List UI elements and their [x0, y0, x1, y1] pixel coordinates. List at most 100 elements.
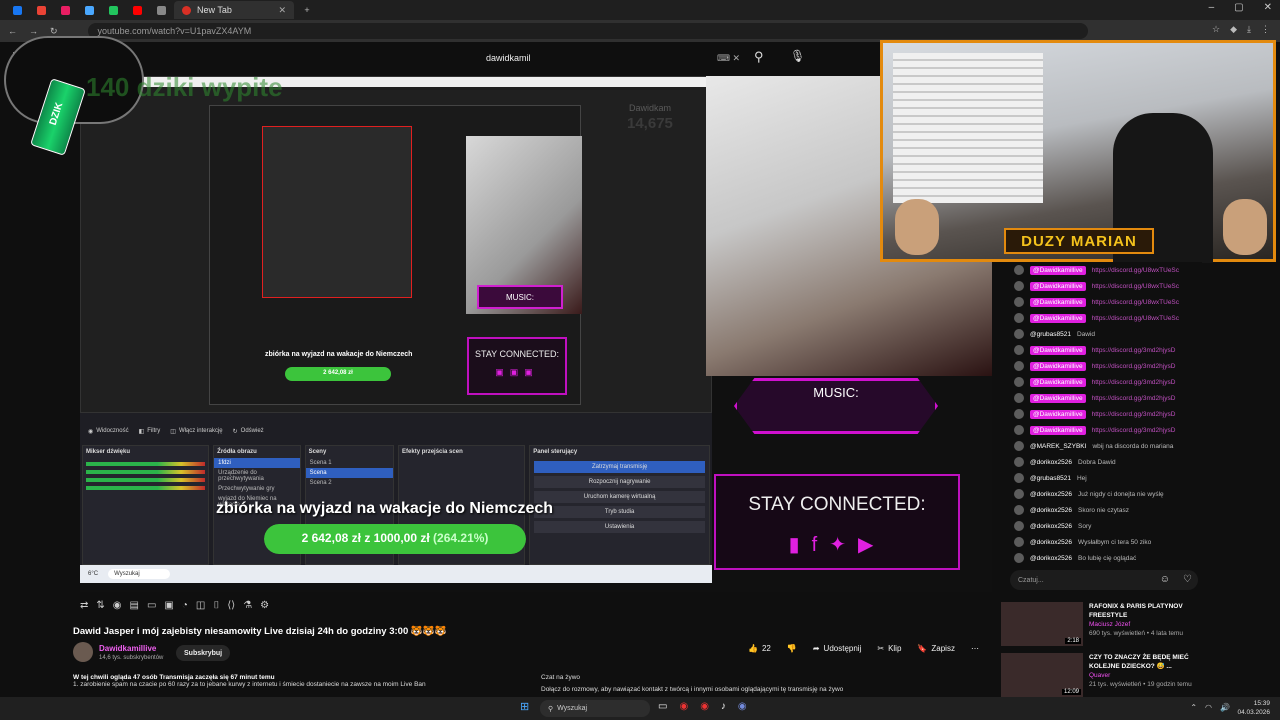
chat-author[interactable]: @Dawidkamillive — [1030, 297, 1086, 307]
stats-icon[interactable]: ◫ — [196, 600, 205, 611]
keyboard-icon[interactable]: ⌨ ✕ — [717, 53, 740, 64]
chat-avatar[interactable] — [1014, 329, 1024, 339]
chat-avatar[interactable] — [1014, 489, 1024, 499]
chat-text[interactable]: https://discord.gg/3md2hjysD — [1092, 395, 1176, 402]
mic-icon[interactable]: 🎙 — [790, 49, 805, 63]
forward-icon[interactable]: → — [29, 26, 38, 36]
dislike-button[interactable]: 👎 — [787, 644, 797, 653]
sort-icon[interactable]: ⇅ — [96, 600, 104, 611]
subscribe-button[interactable]: Subskrybuj — [176, 645, 231, 661]
volume-icon[interactable]: 🔊 — [1220, 703, 1230, 712]
extension-icon[interactable]: ◆ — [1230, 24, 1237, 35]
network-icon[interactable]: ◠ — [1205, 703, 1212, 712]
download-icon[interactable]: ⤓ — [1247, 24, 1251, 35]
chat-avatar[interactable] — [1014, 537, 1024, 547]
chat-author[interactable]: @MAREK_SZYBKI — [1030, 443, 1086, 450]
close-icon[interactable]: ✕ — [278, 5, 286, 16]
task-view-icon[interactable]: ▭ — [658, 701, 667, 712]
share-button[interactable]: ➦ Udostępnij — [813, 644, 862, 653]
chat-author[interactable]: @dorikox2526 — [1030, 459, 1072, 466]
chat-avatar[interactable] — [1014, 425, 1024, 435]
tab-kick[interactable] — [102, 1, 124, 19]
settings-icon[interactable]: ⚙ — [260, 600, 269, 611]
taskbar-search[interactable]: ⚲ Wyszukaj — [540, 700, 650, 717]
chat-text[interactable]: https://discord.gg/3md2hjysD — [1092, 427, 1176, 434]
chat-text[interactable]: https://discord.gg/U8wxTUeSc — [1092, 315, 1179, 322]
minimize-icon[interactable]: – — [1209, 2, 1215, 13]
chat-author[interactable]: @dorikox2526 — [1030, 523, 1072, 530]
speed-icon[interactable]: ◔ — [182, 600, 188, 611]
chat-avatar[interactable] — [1014, 297, 1024, 307]
chat-avatar[interactable] — [1014, 505, 1024, 515]
chat-author[interactable]: @Dawidkamillive — [1030, 313, 1086, 323]
chat-author[interactable]: @Dawidkamillive — [1030, 409, 1086, 419]
chat-author[interactable]: @Dawidkamillive — [1030, 345, 1086, 355]
video-description[interactable]: W tej chwili ogląda 47 osób Transmisja z… — [73, 674, 533, 696]
chat-avatar[interactable] — [1014, 473, 1024, 483]
chat-author[interactable]: @dorikox2526 — [1030, 491, 1072, 498]
chat-avatar[interactable] — [1014, 393, 1024, 403]
reload-icon[interactable]: ↻ — [50, 26, 58, 37]
chat-avatar[interactable] — [1014, 265, 1024, 275]
emoji-icon[interactable]: ☺ — [1160, 574, 1170, 585]
chat-avatar[interactable] — [1014, 441, 1024, 451]
chat-author[interactable]: @Dawidkamillive — [1030, 361, 1086, 371]
tab-new-tab[interactable]: New Tab ✕ — [174, 1, 294, 19]
channel-avatar[interactable] — [73, 642, 93, 662]
recommended-video[interactable]: 12:09 CZY TO ZNACZY ŻE BĘDĘ MIEĆ KOLEJNE… — [1001, 653, 1201, 697]
audio-icon[interactable]: ◉ — [113, 600, 122, 611]
tab-youtube[interactable] — [126, 1, 148, 19]
url-field[interactable]: youtube.com/watch?v=U1pavZX4AYM — [87, 23, 1088, 39]
recommended-video[interactable]: 2:18 RAFONIX & PARIS PLATYNOV FREESTYLE … — [1001, 602, 1201, 646]
tab-facebook[interactable] — [6, 1, 28, 19]
chat-avatar[interactable] — [1014, 345, 1024, 355]
tiktok-icon[interactable]: ♪ — [721, 701, 726, 712]
new-tab-button[interactable]: + — [296, 1, 318, 19]
camera-icon[interactable]: ⌷ — [213, 600, 219, 611]
chat-author[interactable]: @Dawidkamillive — [1030, 393, 1086, 403]
chat-text[interactable]: https://discord.gg/U8wxTUeSc — [1092, 267, 1179, 274]
discord-icon[interactable]: ◉ — [738, 701, 747, 712]
chevron-up-icon[interactable]: ⌃ — [1190, 703, 1197, 712]
loop-icon[interactable]: ⇄ — [80, 600, 88, 611]
chat-avatar[interactable] — [1014, 521, 1024, 531]
windows-start-icon[interactable]: ⊞ — [520, 700, 529, 713]
like-button[interactable]: 👍 22 — [748, 644, 771, 653]
chat-author[interactable]: @Dawidkamillive — [1030, 265, 1086, 275]
heart-icon[interactable]: ♡ — [1183, 574, 1192, 585]
tab-audio[interactable] — [150, 1, 172, 19]
chat-avatar[interactable] — [1014, 409, 1024, 419]
search-icon[interactable]: ⚲ — [754, 49, 764, 65]
image-icon[interactable]: ▣ — [164, 600, 173, 611]
search-input[interactable]: dawidkamil ⌨ ✕ — [478, 47, 746, 69]
bookmark-star-icon[interactable]: ☆ — [1212, 24, 1220, 35]
tab-gmail[interactable] — [30, 1, 52, 19]
chat-avatar[interactable] — [1014, 281, 1024, 291]
channel-name[interactable]: Dawidkamillive — [99, 644, 156, 653]
chat-text[interactable]: https://discord.gg/3md2hjysD — [1092, 347, 1176, 354]
chat-text[interactable]: https://discord.gg/3md2hjysD — [1092, 411, 1176, 418]
chat-author[interactable]: @Dawidkamillive — [1030, 377, 1086, 387]
flask-icon[interactable]: ⚗ — [243, 600, 252, 611]
more-button[interactable]: ⋯ — [971, 644, 979, 653]
chat-author[interactable]: @grubas8521 — [1030, 331, 1071, 338]
chrome-taskbar-icon[interactable]: ◉ — [679, 701, 688, 712]
app-icon[interactable]: ◉ — [700, 701, 709, 712]
chat-avatar[interactable] — [1014, 361, 1024, 371]
chat-author[interactable]: @dorikox2526 — [1030, 507, 1072, 514]
save-button[interactable]: 🔖 Zapisz — [917, 644, 955, 653]
chat-text[interactable]: https://discord.gg/U8wxTUeSc — [1092, 299, 1179, 306]
video-player[interactable]: Dawidkam 14,675 MUSIC: STAY CONNECTED: ▣… — [80, 76, 992, 592]
chat-avatar[interactable] — [1014, 553, 1024, 563]
chat-text[interactable]: https://discord.gg/3md2hjysD — [1092, 379, 1176, 386]
chat-avatar[interactable] — [1014, 377, 1024, 387]
tab-ext[interactable] — [78, 1, 100, 19]
screen-icon[interactable]: ▤ — [130, 600, 139, 611]
maximize-icon[interactable]: ▢ — [1234, 2, 1243, 13]
code-icon[interactable]: ⟨⟩ — [227, 600, 235, 611]
chat-avatar[interactable] — [1014, 313, 1024, 323]
close-window-icon[interactable]: ✕ — [1264, 2, 1272, 13]
theater-icon[interactable]: ▭ — [147, 600, 156, 611]
tab-tmobile[interactable] — [54, 1, 76, 19]
chat-author[interactable]: @Dawidkamillive — [1030, 281, 1086, 291]
